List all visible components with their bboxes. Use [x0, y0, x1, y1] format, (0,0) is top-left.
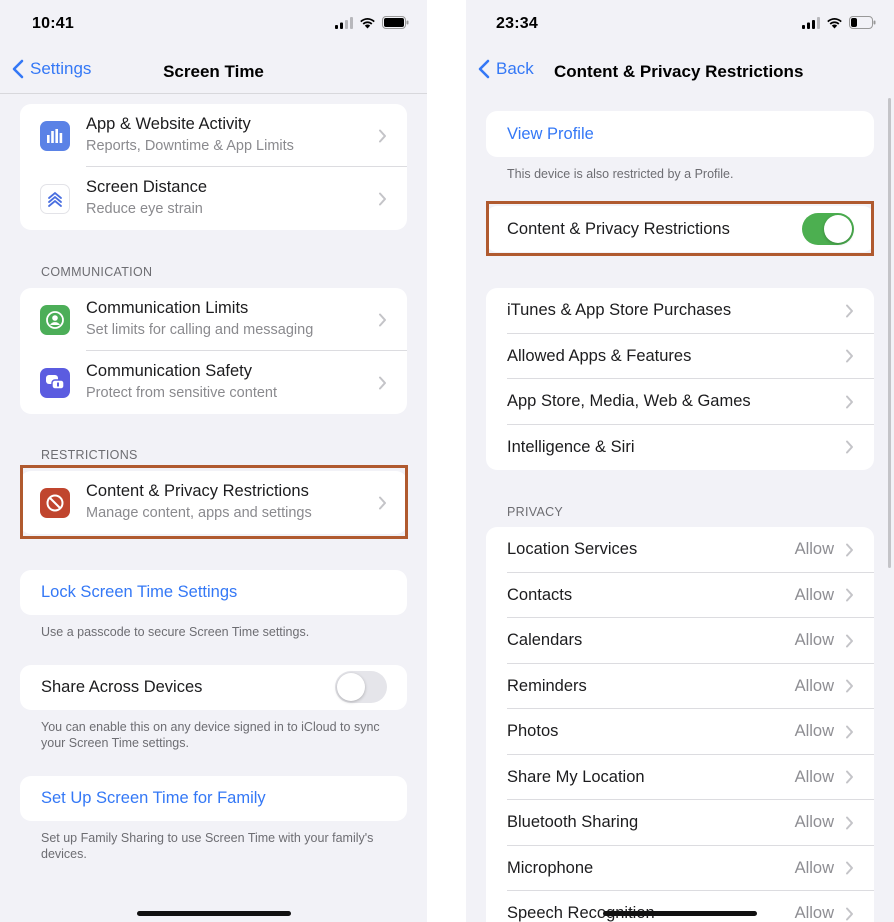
chevron-right-icon	[846, 907, 853, 921]
chevron-right-icon	[379, 376, 386, 389]
scrollbar[interactable]	[888, 98, 891, 568]
status-time: 10:41	[32, 15, 74, 32]
privacy-group: Location Services Allow Contacts Allow C…	[486, 527, 874, 922]
page-title: Content & Privacy Restrictions	[554, 62, 804, 81]
family-group: Set Up Screen Time for Family	[20, 776, 407, 821]
activity-group: App & Website Activity Reports, Downtime…	[20, 104, 407, 230]
chat-bubbles-icon	[40, 368, 70, 398]
home-indicator	[137, 911, 291, 916]
list-item-screen-distance[interactable]: Screen Distance Reduce eye strain	[20, 167, 407, 230]
chevrons-up-icon	[40, 184, 70, 214]
battery-icon	[849, 16, 876, 29]
list-item-bluetooth-sharing[interactable]: Bluetooth Sharing Allow	[486, 800, 874, 846]
content-privacy-screen: 23:34 Back Content & Privacy Restriction…	[466, 0, 894, 922]
chevron-right-icon	[846, 395, 853, 409]
set-up-family-button[interactable]: Set Up Screen Time for Family	[20, 776, 407, 821]
share-group: Share Across Devices	[20, 665, 407, 710]
bar-chart-icon	[40, 121, 70, 151]
chevron-right-icon	[379, 313, 386, 326]
highlight-box	[486, 201, 874, 256]
chevron-right-icon	[846, 725, 853, 739]
back-button-label: Back	[496, 59, 534, 78]
chevron-right-icon	[846, 349, 853, 363]
lock-screen-time-button[interactable]: Lock Screen Time Settings	[20, 570, 407, 615]
chevron-left-icon	[478, 59, 490, 79]
cellular-signal-icon	[335, 16, 353, 29]
share-footnote: You can enable this on any device signed…	[41, 720, 380, 750]
list-item-speech-recognition[interactable]: Speech Recognition Allow	[486, 891, 874, 922]
list-item-app-website-activity[interactable]: App & Website Activity Reports, Downtime…	[20, 104, 407, 167]
navigation-bar: Back Content & Privacy Restrictions	[466, 50, 894, 92]
chevron-right-icon	[846, 304, 853, 318]
lock-group: Lock Screen Time Settings	[20, 570, 407, 615]
status-time: 23:34	[496, 15, 538, 32]
lock-footnote: Use a passcode to secure Screen Time set…	[41, 625, 310, 639]
chevron-right-icon	[846, 588, 853, 602]
list-item-location-services[interactable]: Location Services Allow	[486, 527, 874, 573]
list-item-communication-safety[interactable]: Communication Safety Protect from sensit…	[20, 351, 407, 414]
list-item-calendars[interactable]: Calendars Allow	[486, 618, 874, 664]
list-item-allowed-apps[interactable]: Allowed Apps & Features	[486, 334, 874, 380]
list-item-intelligence-siri[interactable]: Intelligence & Siri	[486, 425, 874, 471]
highlight-box	[20, 465, 408, 539]
share-across-devices-row: Share Across Devices	[20, 665, 407, 710]
list-item-photos[interactable]: Photos Allow	[486, 709, 874, 755]
wifi-icon	[360, 17, 375, 28]
share-across-devices-toggle[interactable]	[335, 671, 387, 703]
profile-group: View Profile	[486, 111, 874, 157]
chevron-right-icon	[846, 634, 853, 648]
navigation-bar: Settings Screen Time	[0, 50, 427, 92]
list-item-microphone[interactable]: Microphone Allow	[486, 846, 874, 892]
list-item-share-my-location[interactable]: Share My Location Allow	[486, 755, 874, 801]
store-group: iTunes & App Store Purchases Allowed App…	[486, 288, 874, 470]
chevron-right-icon	[846, 679, 853, 693]
chevron-right-icon	[379, 129, 386, 142]
chevron-right-icon	[846, 770, 853, 784]
list-item-contacts[interactable]: Contacts Allow	[486, 573, 874, 619]
chevron-right-icon	[846, 440, 853, 454]
communication-group: Communication Limits Set limits for call…	[20, 288, 407, 414]
battery-icon	[382, 16, 409, 29]
list-item-reminders[interactable]: Reminders Allow	[486, 664, 874, 710]
chevron-right-icon	[379, 192, 386, 205]
list-item-app-store-media[interactable]: App Store, Media, Web & Games	[486, 379, 874, 425]
chevron-right-icon	[846, 543, 853, 557]
list-item-communication-limits[interactable]: Communication Limits Set limits for call…	[20, 288, 407, 351]
view-profile-button[interactable]: View Profile	[486, 111, 874, 157]
section-header-restrictions: RESTRICTIONS	[41, 448, 138, 462]
nav-divider	[0, 93, 427, 94]
family-footnote: Set up Family Sharing to use Screen Time…	[41, 831, 374, 861]
chevron-right-icon	[846, 861, 853, 875]
person-circle-icon	[40, 305, 70, 335]
back-button[interactable]: Back	[478, 59, 534, 79]
section-header-communication: COMMUNICATION	[41, 265, 153, 279]
page-title: Screen Time	[163, 62, 264, 81]
list-item-itunes-purchases[interactable]: iTunes & App Store Purchases	[486, 288, 874, 334]
status-bar: 23:34	[466, 0, 894, 46]
section-header-privacy: PRIVACY	[507, 505, 564, 519]
screen-time-screen: 10:41 Settings Screen Time App & Website…	[0, 0, 427, 922]
status-bar: 10:41	[0, 0, 427, 46]
wifi-icon	[827, 17, 842, 28]
chevron-right-icon	[846, 816, 853, 830]
home-indicator	[603, 911, 757, 916]
cellular-signal-icon	[802, 16, 820, 29]
profile-footnote: This device is also restricted by a Prof…	[507, 167, 734, 181]
